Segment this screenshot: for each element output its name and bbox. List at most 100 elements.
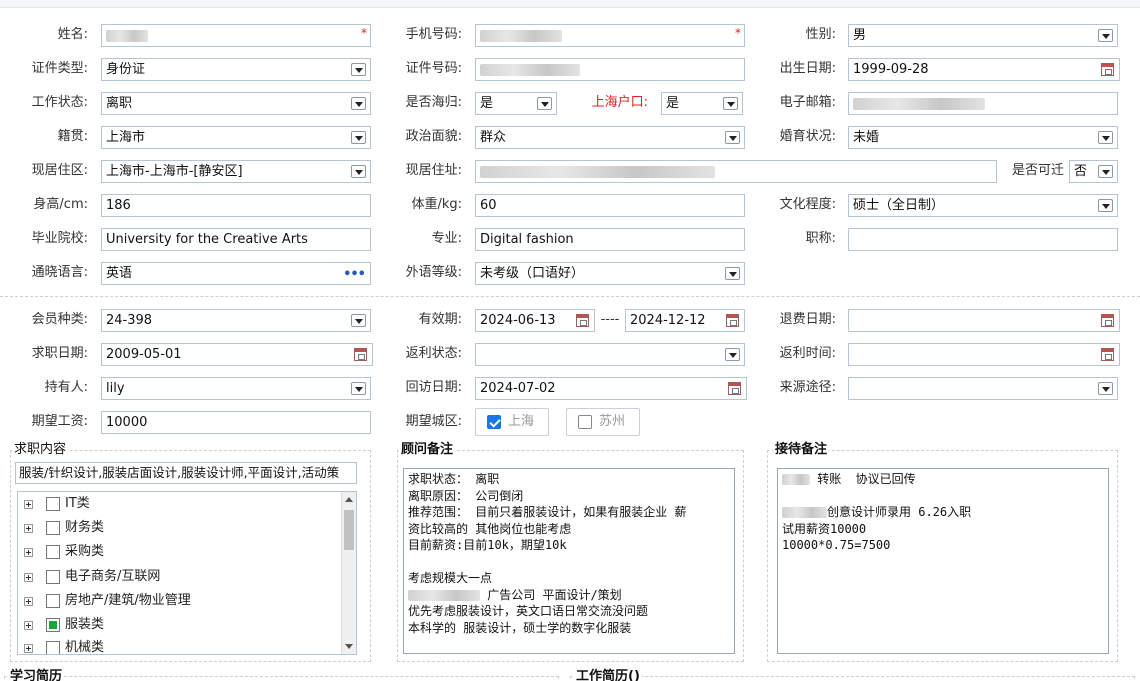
chevron-down-icon[interactable] [1098,382,1113,395]
chevron-down-icon[interactable] [1098,29,1113,42]
calendar-icon[interactable] [728,382,741,395]
source-select[interactable] [848,377,1118,400]
rebate-time-field[interactable] [848,343,1120,366]
address-field[interactable] [475,160,997,183]
checkbox-icon[interactable] [46,570,60,584]
chevron-down-icon[interactable] [723,97,738,110]
political-select[interactable]: 群众 [475,126,745,149]
rebate-status-select[interactable] [475,343,745,366]
email-field[interactable] [848,92,1118,115]
job-summary-field[interactable]: 服装/针织设计,服装店面设计,服装设计师,平面设计,活动策 [15,462,357,484]
advisor-notes-textarea[interactable]: 求职状态： 离职 离职原因： 公司倒闭 推荐范围： 目前只着服装设计，如果有服装企业… [403,468,735,654]
member-type-value: 24-398 [106,313,153,328]
expand-icon[interactable] [24,524,33,533]
expand-icon[interactable] [24,597,33,606]
calendar-icon[interactable] [576,314,589,327]
city-option-label: 上海 [508,414,535,429]
calendar-icon[interactable] [354,348,367,361]
scroll-down-icon[interactable] [345,644,353,649]
chevron-down-icon[interactable] [725,267,740,280]
expand-icon[interactable] [24,644,33,653]
idtype-select[interactable]: 身份证 [101,58,371,81]
tree-scrollbar[interactable] [341,492,356,654]
expand-icon[interactable] [24,621,33,630]
chevron-down-icon[interactable] [351,165,366,178]
reception-notes-textarea[interactable]: 转账 协议已回传 创意设计师录用 6.26入职 试用薪资10000 10000*0.7… [777,468,1109,654]
education-select[interactable]: 硕士（全日制） [848,194,1118,217]
work-status-select[interactable]: 离职 [101,92,371,115]
more-options-icon[interactable]: ••• [343,264,366,284]
chevron-down-icon[interactable] [351,97,366,110]
gender-select[interactable]: 男 [848,24,1118,47]
expand-icon[interactable] [24,573,33,582]
salary-field[interactable]: 10000 [101,411,371,434]
expand-icon[interactable] [24,500,33,509]
job-title-field[interactable] [848,228,1118,251]
tree-item-label: 电子商务/互联网 [65,569,161,584]
refund-date-field[interactable] [848,309,1120,332]
validity-start-field[interactable]: 2024-06-13 [475,309,595,332]
native-place-select[interactable]: 上海市 [101,126,371,149]
city-option-shanghai[interactable]: 上海 [475,408,549,436]
school-label: 毕业院校: [31,231,88,246]
chevron-down-icon[interactable] [351,63,366,76]
major-field[interactable]: Digital fashion [475,228,745,251]
birth-date-field[interactable]: 1999-09-28 [848,58,1120,81]
birth-value: 1999-09-28 [853,62,929,77]
note-line: 广告公司 平面设计/策划 [487,587,622,602]
calendar-icon[interactable] [726,314,739,327]
calendar-icon[interactable] [1101,63,1114,76]
city-option-suzhou[interactable]: 苏州 [566,408,640,436]
returnee-select[interactable]: 是 [475,92,557,115]
chevron-down-icon[interactable] [1098,131,1113,144]
scroll-thumb[interactable] [344,510,354,550]
chevron-down-icon[interactable] [351,382,366,395]
study-history-group [4,676,559,681]
validity-end-value: 2024-12-12 [630,313,706,328]
checkbox-icon[interactable] [46,545,60,559]
residence-area-select[interactable]: 上海市-上海市-[静安区] [101,160,371,183]
phone-field[interactable]: * [475,24,745,47]
checkbox-icon[interactable] [46,594,60,608]
required-mark: * [735,26,741,40]
gender-value: 男 [853,28,867,43]
chevron-down-icon[interactable] [351,314,366,327]
marital-select[interactable]: 未婚 [848,126,1118,149]
name-label: 姓名: [57,27,88,42]
holder-select[interactable]: lily [101,377,371,400]
marital-value: 未婚 [853,130,880,145]
chevron-down-icon[interactable] [725,131,740,144]
member-type-select[interactable]: 24-398 [101,309,371,332]
chevron-down-icon[interactable] [1098,199,1113,212]
visit-date-field[interactable]: 2024-07-02 [475,377,747,400]
tree-item-label: 服装类 [65,617,105,632]
calendar-icon[interactable] [1101,314,1114,327]
expand-icon[interactable] [24,548,33,557]
language-field[interactable]: 英语 ••• [101,262,371,285]
note-line: 本科学的 服装设计，硕士学的数字化服装 [408,620,632,635]
relocate-select[interactable]: 否 [1069,160,1118,183]
chevron-down-icon[interactable] [351,131,366,144]
idno-field[interactable] [475,58,745,81]
chevron-down-icon[interactable] [537,97,552,110]
weight-field[interactable]: 60 [475,194,745,217]
chevron-down-icon[interactable] [1098,165,1113,178]
checkbox-checked-icon[interactable] [487,415,501,429]
checkbox-icon[interactable] [46,641,60,654]
hukou-label: 上海户口: [591,95,648,110]
language-level-select[interactable]: 未考级（口语好） [475,262,745,285]
hukou-select[interactable]: 是 [661,92,743,115]
validity-end-field[interactable]: 2024-12-12 [625,309,745,332]
checkbox-partial-icon[interactable] [46,618,60,632]
name-field[interactable]: * [101,24,371,47]
job-category-tree[interactable]: IT类 财务类 采购类 电子商务/互联网 房地产/建筑/物业管理 服装类 机械类 [17,491,357,655]
school-field[interactable]: University for the Creative Arts [101,228,371,251]
chevron-down-icon[interactable] [725,348,740,361]
calendar-icon[interactable] [1101,348,1114,361]
checkbox-icon[interactable] [578,415,592,429]
scroll-up-icon[interactable] [345,497,353,502]
apply-date-field[interactable]: 2009-05-01 [101,343,373,366]
checkbox-icon[interactable] [46,521,60,535]
checkbox-icon[interactable] [46,497,60,511]
height-field[interactable]: 186 [101,194,371,217]
